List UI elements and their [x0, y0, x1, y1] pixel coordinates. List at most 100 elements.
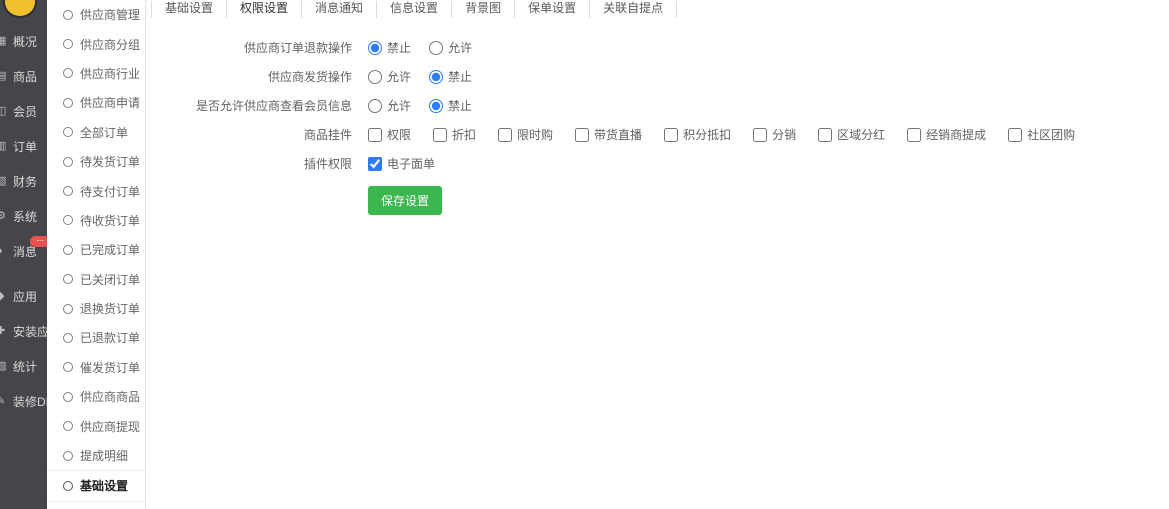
- tab-policy-settings[interactable]: 保单设置: [515, 1, 590, 18]
- sidebar-item-order[interactable]: ▥订单: [0, 129, 47, 164]
- submenu-item-label: 已退款订单: [80, 329, 140, 346]
- circle-bullet-icon: [63, 10, 73, 20]
- submenu-item-supplier-group[interactable]: 供应商分组: [47, 29, 145, 58]
- radio-option-允许[interactable]: 允许: [429, 39, 472, 56]
- checkbox-input[interactable]: [818, 128, 832, 142]
- tab-background-image[interactable]: 背景图: [452, 1, 515, 18]
- option-label: 带货直播: [594, 126, 642, 143]
- checkbox-input[interactable]: [753, 128, 767, 142]
- tab-permission-settings[interactable]: 权限设置: [227, 1, 302, 18]
- checkbox-input[interactable]: [368, 128, 382, 142]
- submenu-item-label: 供应商商品: [80, 388, 140, 405]
- checkbox-option-区域分红[interactable]: 区域分红: [818, 126, 885, 143]
- submenu-item-orders-return[interactable]: 退换货订单: [47, 294, 145, 323]
- sidebar-item-label: 会员: [13, 103, 37, 120]
- form-row-label: 商品挂件: [146, 126, 368, 143]
- sidebar-item-system[interactable]: ⚙系统: [0, 199, 47, 234]
- submenu-item-orders-refunded[interactable]: 已退款订单: [47, 323, 145, 352]
- submenu-item-label: 待收货订单: [80, 212, 140, 229]
- radio-input[interactable]: [368, 70, 382, 84]
- submenu-item-orders-all[interactable]: 全部订单: [47, 118, 145, 147]
- checkbox-input[interactable]: [498, 128, 512, 142]
- submenu-item-supplier-goods[interactable]: 供应商商品: [47, 382, 145, 411]
- app-logo[interactable]: [3, 0, 37, 18]
- radio-option-禁止[interactable]: 禁止: [429, 68, 472, 85]
- form-row-controls: 权限 折扣 限时购 带货直播 积分抵扣 分销 区域分红 经销商提成 社区团购: [368, 126, 1075, 143]
- submenu-item-orders-to-receive[interactable]: 待收货订单: [47, 206, 145, 235]
- submenu-item-basic-settings[interactable]: 基础设置: [47, 470, 145, 501]
- sidebar-item-message[interactable]: ●消息⋯: [0, 234, 47, 269]
- message-icon: ●: [0, 246, 10, 257]
- sidebar-item-decorate-diy[interactable]: ✎装修DIY: [0, 384, 47, 419]
- sidebar-item-goods[interactable]: ▤商品: [0, 59, 47, 94]
- radio-option-禁止[interactable]: 禁止: [429, 97, 472, 114]
- sidebar-item-finance[interactable]: ▧财务: [0, 164, 47, 199]
- submenu-item-orders-to-ship[interactable]: 待发货订单: [47, 147, 145, 176]
- form-row-supplier-order-refund-operation: 供应商订单退款操作禁止允许: [146, 33, 1169, 62]
- checkbox-option-积分抵扣[interactable]: 积分抵扣: [664, 126, 731, 143]
- goods-icon: ▤: [0, 71, 10, 82]
- option-label: 禁止: [387, 39, 411, 56]
- form-row-label: 供应商发货操作: [146, 68, 368, 85]
- submenu-item-commission-detail[interactable]: 提成明细: [47, 441, 145, 470]
- circle-bullet-icon: [63, 68, 73, 78]
- submenu-item-supplier-apply[interactable]: 供应商申请: [47, 88, 145, 117]
- circle-bullet-icon: [63, 245, 73, 255]
- checkbox-option-折扣[interactable]: 折扣: [433, 126, 476, 143]
- checkbox-option-分销[interactable]: 分销: [753, 126, 796, 143]
- checkbox-option-带货直播[interactable]: 带货直播: [575, 126, 642, 143]
- tab-basic-settings[interactable]: 基础设置: [151, 1, 227, 18]
- radio-input[interactable]: [429, 41, 443, 55]
- radio-input[interactable]: [368, 41, 382, 55]
- permission-settings-form: 供应商订单退款操作禁止允许供应商发货操作允许禁止是否允许供应商查看会员信息允许禁…: [146, 33, 1169, 215]
- sidebar-item-member[interactable]: ◫会员: [0, 94, 47, 129]
- tab-message-notify[interactable]: 消息通知: [302, 1, 377, 18]
- checkbox-option-社区团购[interactable]: 社区团购: [1008, 126, 1075, 143]
- submenu-item-orders-finished[interactable]: 已完成订单: [47, 235, 145, 264]
- radio-input[interactable]: [368, 99, 382, 113]
- circle-bullet-icon: [63, 98, 73, 108]
- option-label: 禁止: [448, 97, 472, 114]
- radio-option-允许[interactable]: 允许: [368, 97, 411, 114]
- radio-input[interactable]: [429, 99, 443, 113]
- overview-icon: ▦: [0, 36, 10, 47]
- circle-bullet-icon: [63, 392, 73, 402]
- radio-option-禁止[interactable]: 禁止: [368, 39, 411, 56]
- checkbox-option-电子面单[interactable]: 电子面单: [368, 155, 435, 172]
- option-label: 经销商提成: [926, 126, 986, 143]
- checkbox-input[interactable]: [907, 128, 921, 142]
- submenu-item-orders-closed[interactable]: 已关闭订单: [47, 265, 145, 294]
- sidebar-item-stats[interactable]: ▨统计: [0, 349, 47, 384]
- finance-icon: ▧: [0, 176, 10, 187]
- secondary-nav: 供应商管理供应商分组供应商行业供应商申请全部订单待发货订单待支付订单待收货订单已…: [47, 0, 145, 502]
- checkbox-input[interactable]: [368, 157, 382, 171]
- submenu-item-supplier-withdraw[interactable]: 供应商提现: [47, 411, 145, 440]
- radio-option-允许[interactable]: 允许: [368, 68, 411, 85]
- option-label: 积分抵扣: [683, 126, 731, 143]
- save-settings-button[interactable]: 保存设置: [368, 186, 442, 215]
- submenu-item-orders-urge-ship[interactable]: 催发货订单: [47, 353, 145, 382]
- system-icon: ⚙: [0, 211, 10, 222]
- sidebar-item-apps[interactable]: ◆应用: [0, 279, 47, 314]
- circle-bullet-icon: [63, 39, 73, 49]
- circle-bullet-icon: [63, 274, 73, 284]
- submenu-item-orders-to-pay[interactable]: 待支付订单: [47, 176, 145, 205]
- submenu-item-supplier-industry[interactable]: 供应商行业: [47, 59, 145, 88]
- checkbox-option-限时购[interactable]: 限时购: [498, 126, 553, 143]
- submenu-item-label: 提成明细: [80, 447, 128, 464]
- sidebar-item-install-app[interactable]: ✚安装应用: [0, 314, 47, 349]
- tab-linked-pickup[interactable]: 关联自提点: [590, 1, 677, 18]
- checkbox-input[interactable]: [433, 128, 447, 142]
- stats-icon: ▨: [0, 361, 10, 372]
- checkbox-input[interactable]: [1008, 128, 1022, 142]
- checkbox-input[interactable]: [664, 128, 678, 142]
- checkbox-input[interactable]: [575, 128, 589, 142]
- checkbox-option-经销商提成[interactable]: 经销商提成: [907, 126, 986, 143]
- circle-bullet-icon: [63, 481, 73, 491]
- form-row-controls: 允许 禁止: [368, 97, 472, 114]
- tab-info-settings[interactable]: 信息设置: [377, 1, 452, 18]
- radio-input[interactable]: [429, 70, 443, 84]
- submenu-item-supplier-manage[interactable]: 供应商管理: [47, 0, 145, 29]
- checkbox-option-权限[interactable]: 权限: [368, 126, 411, 143]
- sidebar-item-overview[interactable]: ▦概况: [0, 24, 47, 59]
